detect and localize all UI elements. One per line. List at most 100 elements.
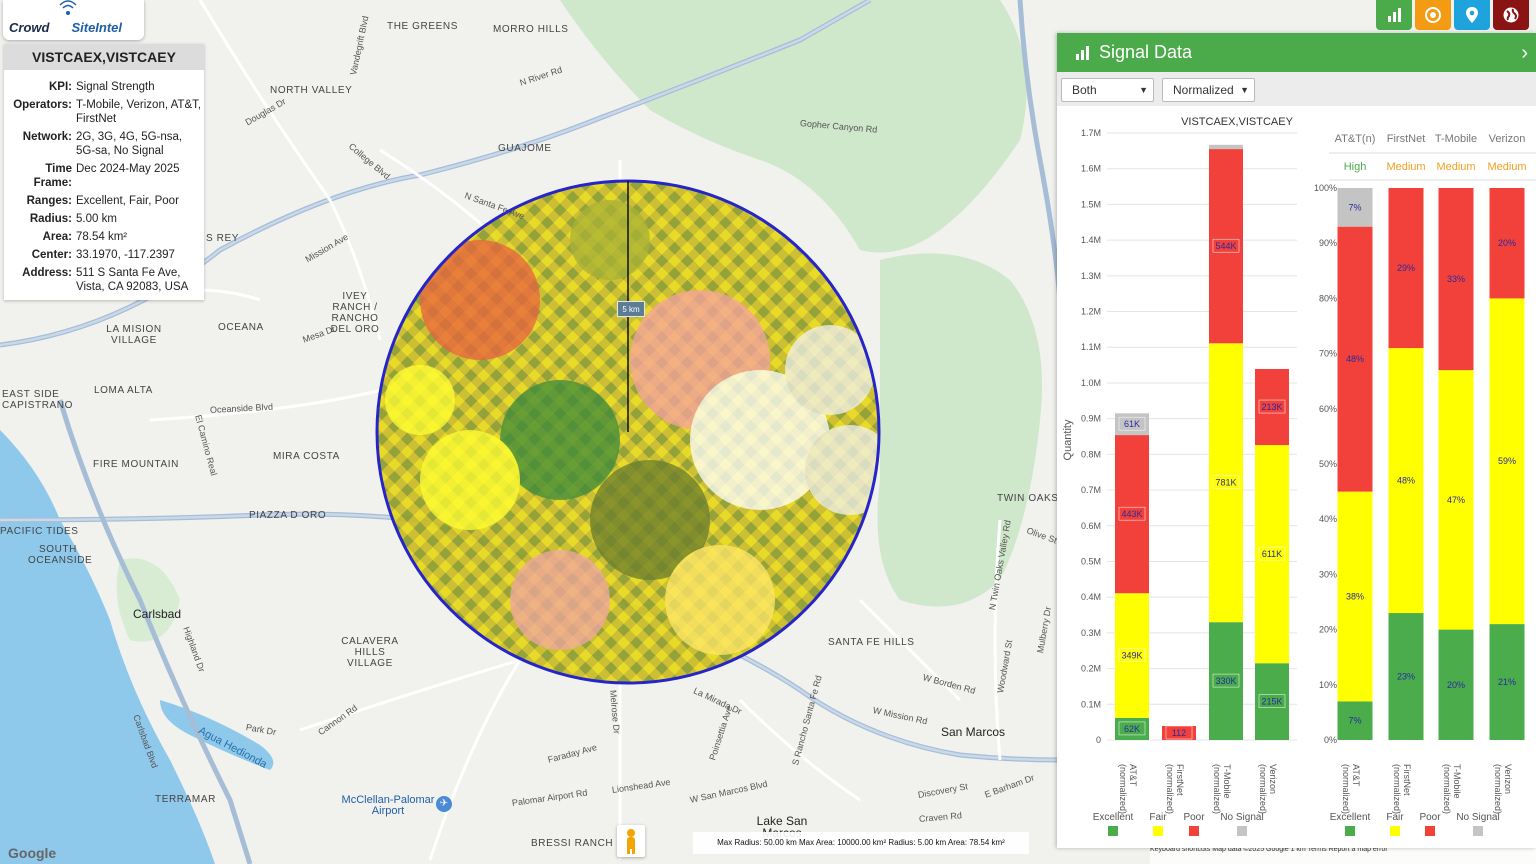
data-label: 48% bbox=[1397, 476, 1415, 486]
info-key: Address: bbox=[22, 267, 72, 279]
info-value: 511 S Santa Fe Ave, Vista, CA 92083, USA bbox=[76, 267, 189, 293]
info-key: Time Frame: bbox=[33, 163, 72, 189]
info-key: Ranges: bbox=[26, 195, 72, 207]
x-tick-label: T-Mobile bbox=[1452, 764, 1462, 799]
y-tick-label: 1.0M bbox=[1081, 378, 1101, 388]
signal-data-panel: Signal Data › Both ▼ Normalized ▼ VISTCAEX… bbox=[1057, 33, 1536, 848]
data-label: 112 bbox=[1172, 728, 1186, 738]
data-label: 47% bbox=[1447, 495, 1465, 505]
info-value: Dec 2024-May 2025 bbox=[76, 163, 180, 175]
data-label: 62K bbox=[1124, 724, 1140, 734]
legend-label: Fair bbox=[1386, 812, 1404, 823]
target-icon[interactable] bbox=[1415, 0, 1451, 30]
panel-header: Signal Data › bbox=[1057, 33, 1536, 72]
x-tick-label: Verizon bbox=[1268, 764, 1278, 794]
bar-chart-icon bbox=[1076, 45, 1089, 60]
y-tick-label: 50% bbox=[1319, 459, 1337, 469]
legend-swatch bbox=[1153, 826, 1163, 836]
place-label: S REY bbox=[206, 233, 240, 244]
place-label: TWIN OAKS bbox=[997, 493, 1059, 504]
site-info-panel: VISTCAEX,VISTCAEY KPI: Signal Strength Op… bbox=[4, 44, 204, 300]
logo-text: Crowd SiteIntel bbox=[9, 20, 123, 35]
y-tick-label: 0 bbox=[1096, 735, 1101, 745]
place-label: OCEANA bbox=[218, 322, 264, 333]
legend-label: Poor bbox=[1419, 812, 1441, 823]
radius-label: 5 km bbox=[617, 301, 645, 317]
legend-swatch bbox=[1345, 826, 1355, 836]
y-tick-label: 1.6M bbox=[1081, 164, 1101, 174]
data-label: 781K bbox=[1215, 478, 1236, 488]
operator-rating: Medium bbox=[1386, 161, 1425, 173]
info-key: Radius: bbox=[29, 213, 72, 225]
x-tick-label: FirstNet bbox=[1175, 764, 1185, 796]
y-tick-label: 0.6M bbox=[1081, 521, 1101, 531]
info-value: Excellent, Fair, Poor bbox=[76, 195, 179, 207]
operator-select-value: Both bbox=[1072, 83, 1097, 97]
map-attribution[interactable]: Keyboard shortcuts Map data ©2025 Google… bbox=[1150, 846, 1536, 864]
y-tick-label: 10% bbox=[1319, 680, 1337, 690]
y-tick-label: 1.5M bbox=[1081, 199, 1101, 209]
data-label: 544K bbox=[1215, 241, 1236, 251]
operator-select[interactable]: Both ▼ bbox=[1061, 78, 1154, 102]
y-tick-label: 0.8M bbox=[1081, 449, 1101, 459]
legend-label: Excellent bbox=[1330, 812, 1371, 823]
legend-swatch bbox=[1237, 826, 1247, 836]
data-label: 349K bbox=[1121, 651, 1142, 661]
mode-select[interactable]: Normalized ▼ bbox=[1162, 78, 1255, 102]
antenna-icon bbox=[59, 0, 77, 15]
operator-header: AT&T(n) bbox=[1335, 133, 1376, 145]
place-label: PIAZZA D ORO bbox=[249, 510, 327, 521]
site-title: VISTCAEX,VISTCAEY bbox=[4, 44, 204, 70]
data-label: 20% bbox=[1447, 680, 1465, 690]
city-label: San Marcos bbox=[941, 725, 1006, 739]
panel-title: Signal Data bbox=[1099, 42, 1193, 62]
collapse-panel-chevron-icon[interactable]: › bbox=[1521, 42, 1528, 65]
place-label: THE GREENS bbox=[387, 21, 459, 32]
legend-swatch bbox=[1390, 826, 1400, 836]
x-tick-label: (normalized) bbox=[1212, 764, 1222, 814]
data-label: 33% bbox=[1447, 274, 1465, 284]
info-value: 78.54 km² bbox=[76, 231, 128, 243]
signal-charts: VISTCAEX,VISTCAEY Quantity 0 0.1M 0.2M 0.3M 0.… bbox=[1062, 116, 1536, 836]
y-tick-label: 0% bbox=[1324, 735, 1337, 745]
place-label: CALAVERA HILLS VILLAGE bbox=[341, 636, 399, 669]
place-label: MIRA COSTA bbox=[273, 451, 340, 462]
x-tick-label: T-Mobile bbox=[1222, 764, 1232, 799]
legend-swatch bbox=[1425, 826, 1435, 836]
legend-swatch bbox=[1473, 826, 1483, 836]
y-tick-label: 0.3M bbox=[1081, 628, 1101, 638]
location-pin-icon[interactable] bbox=[1454, 0, 1490, 30]
mode-select-value: Normalized bbox=[1173, 83, 1234, 97]
street-view-pegman-icon[interactable] bbox=[617, 825, 645, 857]
y-tick-label: 1.3M bbox=[1081, 271, 1101, 281]
chevron-down-icon: ▼ bbox=[1240, 85, 1249, 95]
crowd-siteintel-logo[interactable]: Crowd SiteIntel bbox=[3, 0, 144, 40]
info-value: T-Mobile, Verizon, AT&T, FirstNet bbox=[76, 99, 202, 125]
operator-header: FirstNet bbox=[1387, 133, 1426, 145]
bar-segment bbox=[1209, 144, 1243, 150]
data-label: 7% bbox=[1348, 202, 1361, 212]
data-label: 443K bbox=[1121, 509, 1142, 519]
chart-title: VISTCAEX,VISTCAEY bbox=[1181, 116, 1294, 128]
place-label: NORTH VALLEY bbox=[270, 85, 353, 96]
x-tick-label: (normalized) bbox=[1392, 764, 1402, 814]
operator-rating: Medium bbox=[1436, 161, 1475, 173]
y-tick-label: 0.1M bbox=[1081, 699, 1101, 709]
data-label: 213K bbox=[1261, 402, 1282, 412]
place-label: SOUTH OCEANSIDE bbox=[28, 544, 93, 566]
place-label: PACIFIC TIDES bbox=[0, 526, 79, 537]
place-label: SANTA FE HILLS bbox=[828, 637, 915, 648]
globe-icon[interactable] bbox=[1493, 0, 1529, 30]
x-tick-label: (normalized) bbox=[1442, 764, 1452, 814]
place-label: FIRE MOUNTAIN bbox=[93, 459, 179, 470]
legend-label: No Signal bbox=[1220, 812, 1263, 823]
info-key: Operators: bbox=[13, 99, 72, 111]
legend-swatch bbox=[1108, 826, 1118, 836]
legend-label: Poor bbox=[1183, 812, 1205, 823]
y-tick-label: 90% bbox=[1319, 238, 1337, 248]
operator-rating: Medium bbox=[1487, 161, 1526, 173]
airport-label: McClellan-Palomar Airport bbox=[341, 794, 435, 817]
bar-chart-icon[interactable] bbox=[1376, 0, 1412, 30]
y-tick-label: 30% bbox=[1319, 569, 1337, 579]
data-label: 7% bbox=[1348, 716, 1361, 726]
